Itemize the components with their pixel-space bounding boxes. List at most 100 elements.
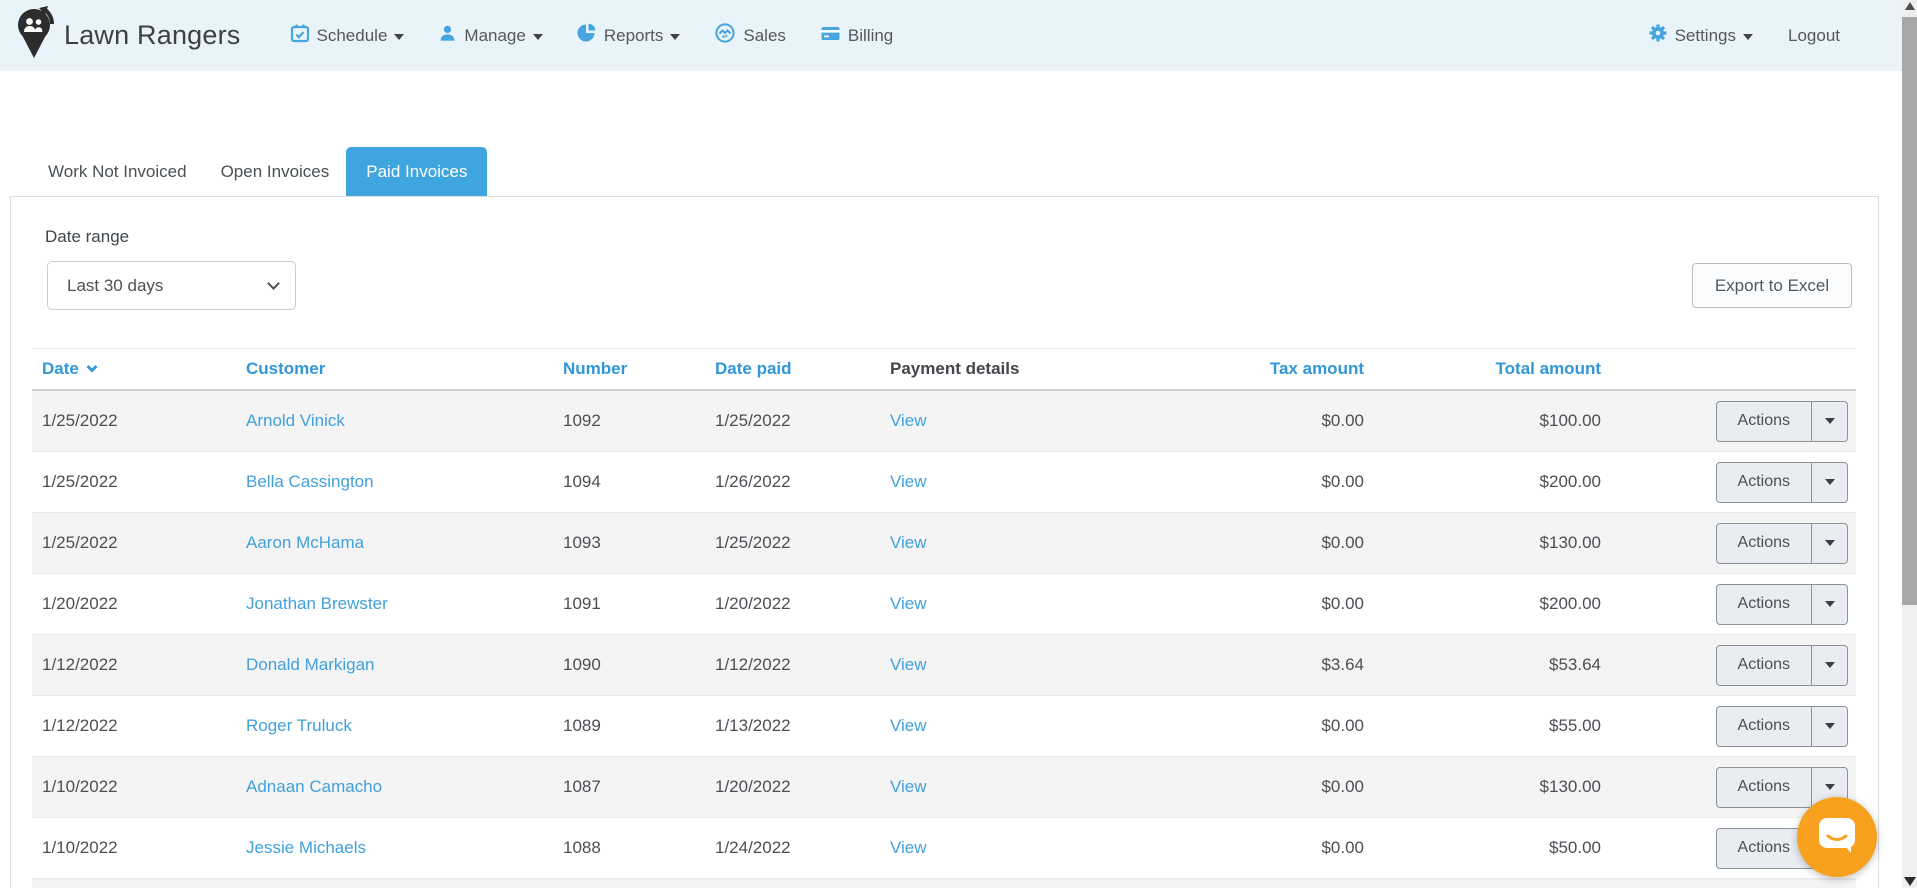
actions-dropdown-toggle[interactable] bbox=[1811, 523, 1847, 563]
invoice-date: 1/25/2022 bbox=[42, 472, 118, 491]
payment-details-cell: View bbox=[880, 472, 1190, 492]
nav-item-settings[interactable]: Settings bbox=[1648, 23, 1753, 48]
column-header-tax-amount[interactable]: Tax amount bbox=[1190, 359, 1374, 379]
total-amount: $200.00 bbox=[1539, 594, 1601, 613]
gear-icon bbox=[1648, 23, 1668, 48]
view-payment-link[interactable]: View bbox=[890, 838, 927, 857]
chevron-down-icon bbox=[532, 33, 543, 40]
customer-link[interactable]: Aaron McHama bbox=[246, 533, 364, 552]
invoice-date: 1/10/2022 bbox=[42, 838, 118, 857]
chevron-down-icon bbox=[1824, 540, 1835, 546]
view-payment-link[interactable]: View bbox=[890, 411, 927, 430]
column-header-payment-details: Payment details bbox=[890, 359, 1020, 378]
column-header-total-amount[interactable]: Total amount bbox=[1374, 359, 1611, 379]
actions-dropdown-toggle[interactable] bbox=[1811, 645, 1847, 685]
customer-cell: Jonathan Brewster bbox=[236, 594, 553, 614]
tab-paid-invoices[interactable]: Paid Invoices bbox=[346, 147, 488, 196]
brand[interactable]: Lawn Rangers bbox=[15, 5, 241, 66]
column-header-date[interactable]: Date bbox=[32, 359, 236, 379]
total-amount: $130.00 bbox=[1539, 533, 1601, 552]
actions-button[interactable]: Actions bbox=[1717, 402, 1811, 441]
actions-dropdown-toggle[interactable] bbox=[1811, 584, 1847, 624]
actions-button[interactable]: Actions bbox=[1717, 768, 1811, 807]
actions-button[interactable]: Actions bbox=[1717, 463, 1811, 502]
scroll-down-arrow[interactable] bbox=[1904, 877, 1916, 886]
customer-link[interactable]: Bella Cassington bbox=[246, 472, 374, 491]
customer-link[interactable]: Jonathan Brewster bbox=[246, 594, 388, 613]
actions-button[interactable]: Actions bbox=[1717, 585, 1811, 624]
date-range-label: Date range bbox=[45, 227, 130, 246]
actions-cell: Actions bbox=[1611, 644, 1856, 686]
invoice-number: 1089 bbox=[563, 716, 601, 735]
nav-item-reports[interactable]: Reports bbox=[577, 23, 681, 48]
column-header-customer[interactable]: Customer bbox=[236, 359, 553, 379]
total-amount: $130.00 bbox=[1539, 777, 1601, 796]
invoice-date-paid: 1/25/2022 bbox=[715, 411, 791, 430]
top-navbar: Lawn Rangers Schedule Manage Reports Sal… bbox=[0, 0, 1902, 71]
total-amount: $50.00 bbox=[1549, 838, 1601, 857]
column-header-number[interactable]: Number bbox=[553, 359, 705, 379]
actions-split-button: Actions bbox=[1715, 461, 1848, 503]
column-header-date-paid[interactable]: Date paid bbox=[705, 359, 880, 379]
chat-launcher-button[interactable] bbox=[1797, 797, 1877, 877]
nav-label: Manage bbox=[464, 25, 526, 45]
tax-amount: $0.00 bbox=[1321, 777, 1364, 796]
tab-open-invoices[interactable]: Open Invoices bbox=[204, 147, 347, 196]
invoice-date: 1/25/2022 bbox=[42, 411, 118, 430]
actions-cell: Actions bbox=[1611, 461, 1856, 503]
actions-dropdown-toggle[interactable] bbox=[1811, 401, 1847, 441]
export-to-excel-button[interactable]: Export to Excel bbox=[1692, 263, 1852, 308]
table-row: 1/20/2022 Jonathan Brewster 1091 1/20/20… bbox=[32, 574, 1856, 635]
view-payment-link[interactable]: View bbox=[890, 777, 927, 796]
view-payment-link[interactable]: View bbox=[890, 655, 927, 674]
tax-amount: $0.00 bbox=[1321, 716, 1364, 735]
customer-link[interactable]: Donald Markigan bbox=[246, 655, 375, 674]
partial-next-row bbox=[32, 879, 1856, 888]
user-icon bbox=[438, 23, 457, 48]
actions-button[interactable]: Actions bbox=[1717, 646, 1811, 685]
lawn-rangers-logo-icon bbox=[15, 5, 55, 66]
actions-cell: Actions bbox=[1611, 705, 1856, 747]
invoice-table-body: 1/25/2022 Arnold Vinick 1092 1/25/2022 V… bbox=[32, 391, 1856, 879]
view-payment-link[interactable]: View bbox=[890, 716, 927, 735]
scrollbar-thumb[interactable] bbox=[1902, 17, 1917, 605]
view-payment-link[interactable]: View bbox=[890, 472, 927, 491]
customer-link[interactable]: Roger Truluck bbox=[246, 716, 352, 735]
actions-button[interactable]: Actions bbox=[1717, 707, 1811, 746]
invoice-date-paid: 1/25/2022 bbox=[715, 533, 791, 552]
nav-item-schedule[interactable]: Schedule bbox=[290, 23, 405, 48]
invoice-date: 1/25/2022 bbox=[42, 533, 118, 552]
table-row: 1/12/2022 Roger Truluck 1089 1/13/2022 V… bbox=[32, 696, 1856, 757]
date-range-select[interactable]: Last 30 days bbox=[47, 261, 296, 310]
nav-label: Billing bbox=[847, 25, 894, 45]
nav-item-sales[interactable]: Sales bbox=[714, 23, 786, 48]
scroll-up-arrow[interactable] bbox=[1905, 2, 1915, 10]
table-row: 1/12/2022 Donald Markigan 1090 1/12/2022… bbox=[32, 635, 1856, 696]
sort-desc-icon bbox=[86, 361, 98, 373]
nav-item-manage[interactable]: Manage bbox=[438, 23, 543, 48]
actions-dropdown-toggle[interactable] bbox=[1811, 462, 1847, 502]
brand-title: Lawn Rangers bbox=[64, 20, 241, 50]
customer-link[interactable]: Arnold Vinick bbox=[246, 411, 345, 430]
view-payment-link[interactable]: View bbox=[890, 594, 927, 613]
nav-item-billing[interactable]: Billing bbox=[820, 23, 893, 48]
invoice-date: 1/12/2022 bbox=[42, 655, 118, 674]
tab-work-not-invoiced[interactable]: Work Not Invoiced bbox=[31, 147, 204, 196]
nav-item-logout[interactable]: Logout bbox=[1781, 26, 1840, 46]
table-row: 1/25/2022 Arnold Vinick 1092 1/25/2022 V… bbox=[32, 391, 1856, 452]
payment-details-cell: View bbox=[880, 411, 1190, 431]
table-row: 1/25/2022 Aaron McHama 1093 1/25/2022 Vi… bbox=[32, 513, 1856, 574]
actions-dropdown-toggle[interactable] bbox=[1811, 706, 1847, 746]
table-header-row: Date Customer Number Date paid Payment d… bbox=[32, 349, 1856, 391]
customer-link[interactable]: Adnaan Camacho bbox=[246, 777, 382, 796]
invoice-date-paid: 1/12/2022 bbox=[715, 655, 791, 674]
customer-link[interactable]: Jessie Michaels bbox=[246, 838, 366, 857]
paid-invoices-table: Date Customer Number Date paid Payment d… bbox=[32, 348, 1856, 888]
vertical-scrollbar bbox=[1902, 0, 1917, 888]
actions-split-button: Actions bbox=[1715, 400, 1848, 442]
chevron-down-icon bbox=[670, 33, 681, 40]
view-payment-link[interactable]: View bbox=[890, 533, 927, 552]
actions-button[interactable]: Actions bbox=[1717, 524, 1811, 563]
chat-bubble-icon bbox=[1817, 816, 1857, 859]
invoice-date: 1/10/2022 bbox=[42, 777, 118, 796]
